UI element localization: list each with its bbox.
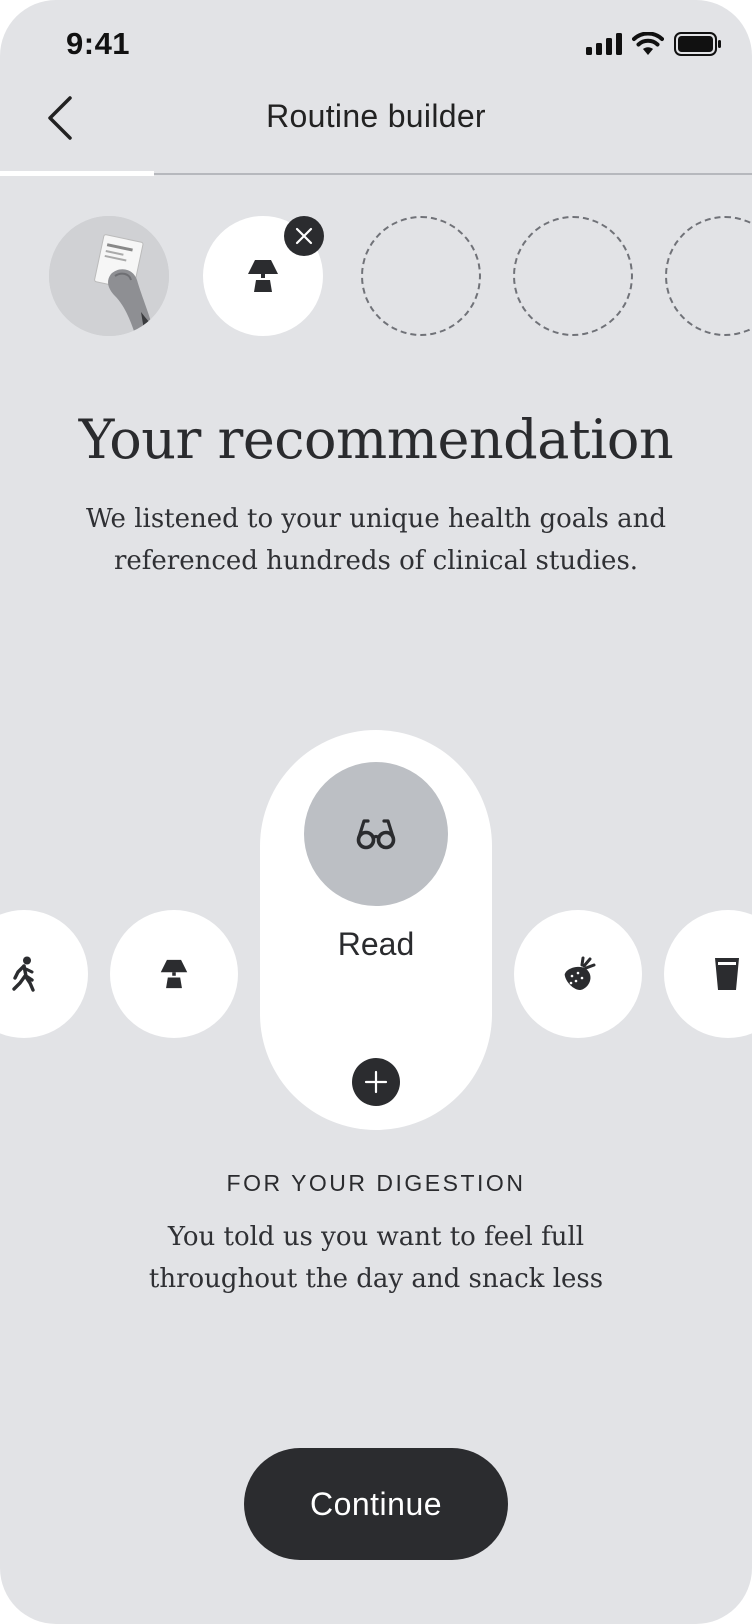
status-icons bbox=[586, 32, 722, 56]
recommendation-subtext: We listened to your unique health goals … bbox=[85, 504, 667, 576]
read-icon-circle bbox=[304, 762, 448, 906]
activity-label: Read bbox=[337, 926, 415, 962]
step-empty-3[interactable] bbox=[361, 216, 481, 336]
recommendation-heading: Your recommendation bbox=[78, 408, 674, 471]
glass-icon bbox=[715, 958, 739, 990]
lamp-icon bbox=[160, 959, 188, 989]
page-title: Routine builder bbox=[266, 98, 486, 134]
activity-card-read-selected[interactable]: Read bbox=[260, 730, 492, 1130]
wifi-icon bbox=[632, 32, 664, 55]
activity-card-water[interactable] bbox=[664, 910, 752, 1038]
progress-fill bbox=[0, 171, 154, 176]
step-empty-4[interactable] bbox=[513, 216, 633, 336]
strawberry-icon bbox=[564, 956, 596, 990]
step-empty-5[interactable] bbox=[665, 216, 752, 336]
continue-button[interactable]: Continue bbox=[244, 1448, 508, 1560]
plus-icon bbox=[364, 1070, 388, 1094]
recommendation-reason: You told us you want to feel full throug… bbox=[148, 1222, 604, 1294]
walking-icon bbox=[12, 956, 35, 992]
activity-card-walk[interactable] bbox=[0, 910, 88, 1038]
glasses-icon bbox=[356, 819, 396, 850]
step-completed-photo[interactable] bbox=[49, 216, 169, 336]
phone-screen: 9:41 Routine builder Your recommendation… bbox=[0, 0, 752, 1624]
recommendation-category: FOR YOUR DIGESTION bbox=[226, 1170, 526, 1196]
signal-icon bbox=[586, 33, 622, 55]
remove-step-button[interactable] bbox=[284, 216, 324, 256]
lamp-icon bbox=[248, 260, 278, 292]
status-time: 9:41 bbox=[66, 26, 131, 61]
battery-icon bbox=[674, 32, 721, 56]
close-icon bbox=[295, 227, 313, 245]
activity-card-lamp[interactable] bbox=[110, 910, 238, 1038]
hand-holding-card-photo bbox=[49, 216, 169, 336]
activity-card-strawberry[interactable] bbox=[514, 910, 642, 1038]
add-activity-button[interactable] bbox=[352, 1058, 400, 1106]
